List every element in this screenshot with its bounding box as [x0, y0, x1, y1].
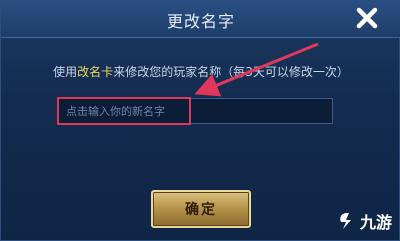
dialog-title: 更改名字 — [166, 12, 235, 31]
rename-description: 使用改名卡来修改您的玩家名称（每3天可以修改一次） — [1, 63, 400, 80]
description-suffix: 来修改您的玩家名称（每3天可以修改一次） — [113, 65, 349, 79]
rename-card-highlight: 改名卡 — [77, 65, 114, 79]
rename-dialog: 更改名字 使用改名卡来修改您的玩家名称（每3天可以修改一次） 确定 — [0, 0, 400, 241]
description-prefix: 使用 — [53, 65, 78, 79]
confirm-button[interactable]: 确定 — [151, 190, 251, 228]
close-icon — [356, 7, 378, 29]
watermark-text: 九游 — [359, 213, 392, 232]
confirm-button-label: 确定 — [185, 202, 217, 218]
new-name-input[interactable] — [57, 98, 333, 124]
jiuyou-watermark: 九游 — [337, 209, 392, 233]
close-button[interactable] — [355, 6, 379, 30]
jiuyou-logo-icon — [340, 213, 351, 229]
title-bar: 更改名字 — [1, 1, 400, 38]
